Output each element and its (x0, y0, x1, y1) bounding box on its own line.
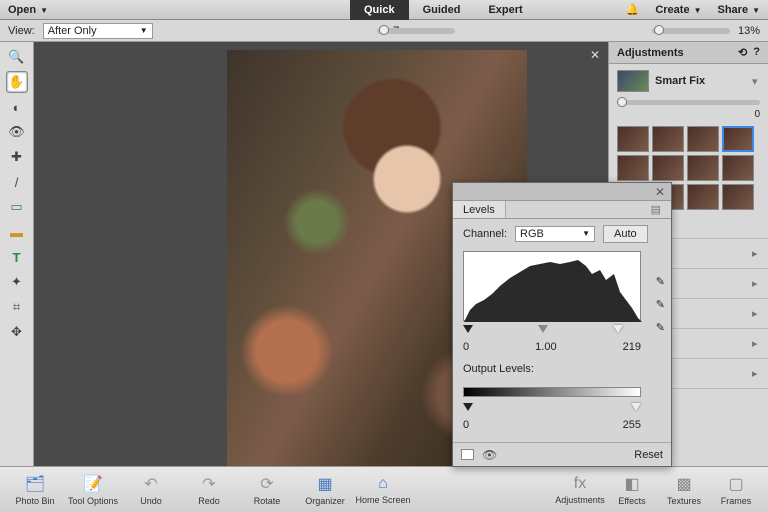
notification-icon[interactable]: 🔔 (626, 3, 640, 16)
preset-thumb[interactable] (617, 155, 649, 181)
undo-icon: ↶ (144, 474, 157, 494)
options-bar: View: After Only▼ Zoom: 13% (0, 20, 768, 42)
effects-tab[interactable]: ◧Effects (606, 470, 658, 510)
preview-toggle-icon[interactable]: 👁 (482, 448, 497, 462)
hand-tool[interactable]: ✋ (6, 71, 28, 93)
input-sliders[interactable] (463, 325, 641, 333)
collapse-icon[interactable]: ▾ (752, 75, 760, 88)
effects-icon: ◧ (624, 474, 639, 494)
heal-tool[interactable]: ✚ (6, 146, 28, 168)
close-icon[interactable]: ✕ (655, 185, 665, 199)
output-white-slider[interactable] (631, 403, 641, 411)
histogram (463, 251, 641, 321)
smartfix-thumb (617, 70, 649, 92)
sync-icon[interactable]: ⟲ (738, 46, 747, 59)
smartfix-slider[interactable] (617, 100, 760, 105)
tool-palette: 🔍 ✋ ◐ 👁 ✚ / ▭ ▬ T ✦ ⌗ ✥ (0, 42, 34, 466)
tool-options-icon: 📝 (83, 474, 103, 494)
share-menu[interactable]: Share▼ (718, 4, 761, 16)
output-sliders[interactable] (463, 403, 641, 411)
undo-button[interactable]: ↶Undo (122, 470, 180, 510)
clip-checkbox[interactable] (461, 449, 474, 460)
help-icon[interactable]: ? (753, 46, 760, 59)
frames-tab[interactable]: ▢Frames (710, 470, 762, 510)
view-select[interactable]: After Only▼ (43, 23, 153, 39)
mode-tabs: Quick Guided Expert (350, 0, 537, 20)
preset-thumb[interactable] (687, 126, 719, 152)
output-label: Output Levels: (463, 363, 661, 375)
levels-tab[interactable]: Levels (453, 201, 506, 218)
tab-guided[interactable]: Guided (409, 0, 475, 20)
channel-select[interactable]: RGB▼ (515, 226, 595, 242)
zoom-slider[interactable] (377, 28, 455, 34)
gray-eyedropper-icon[interactable]: ✎ (656, 298, 665, 311)
output-white[interactable]: 255 (623, 419, 641, 431)
photo-bin-icon: 🗂 (25, 474, 45, 494)
redo-icon: ↷ (202, 474, 215, 494)
crop-tool[interactable]: ⌗ (6, 296, 28, 318)
preset-thumb[interactable] (722, 155, 754, 181)
zoom-slider-track[interactable] (652, 28, 730, 34)
input-white[interactable]: 219 (623, 341, 641, 353)
move-tool[interactable]: ✥ (6, 321, 28, 343)
whitening-tool[interactable]: ▬ (6, 221, 28, 243)
preset-thumb[interactable] (722, 184, 754, 210)
smartfix-label: Smart Fix (655, 75, 746, 87)
create-menu[interactable]: Create▼ (655, 4, 701, 16)
preset-thumb[interactable] (617, 126, 649, 152)
tool-options-button[interactable]: 📝Tool Options (64, 470, 122, 510)
textures-icon: ▩ (676, 474, 691, 494)
textures-tab[interactable]: ▩Textures (658, 470, 710, 510)
preset-thumb[interactable] (687, 184, 719, 210)
adjust-tab[interactable]: fxAdjustments (554, 470, 606, 510)
input-black[interactable]: 0 (463, 341, 469, 353)
zoom-tool[interactable]: 🔍 (6, 46, 28, 68)
rotate-icon: ⟳ (260, 474, 273, 494)
output-black-slider[interactable] (463, 403, 473, 411)
preset-thumb[interactable] (652, 155, 684, 181)
home-button[interactable]: ⌂Home Screen (354, 470, 412, 510)
tab-quick[interactable]: Quick (350, 0, 409, 20)
reset-button[interactable]: Reset (634, 449, 663, 461)
quick-select-tool[interactable]: ◐ (6, 96, 28, 118)
channel-label: Channel: (463, 228, 507, 240)
home-icon: ⌂ (378, 475, 388, 493)
organizer-button[interactable]: ▦Organizer (296, 470, 354, 510)
type-tool[interactable]: T (6, 246, 28, 268)
rotate-button[interactable]: ⟳Rotate (238, 470, 296, 510)
auto-button[interactable]: Auto (603, 225, 648, 243)
open-menu[interactable]: Open▼ (8, 4, 48, 16)
zoom-value: 13% (738, 25, 760, 37)
photo-bin-button[interactable]: 🗂Photo Bin (6, 470, 64, 510)
organizer-icon: ▦ (317, 474, 332, 494)
preset-thumb[interactable] (652, 126, 684, 152)
preset-thumb[interactable] (687, 155, 719, 181)
frames-icon: ▢ (728, 474, 743, 494)
brush-tool[interactable]: / (6, 171, 28, 193)
white-eyedropper-icon[interactable]: ✎ (656, 321, 665, 334)
panel-menu-icon[interactable]: ▤ (641, 201, 671, 218)
dialog-titlebar[interactable]: ✕ (453, 183, 671, 201)
spot-tool[interactable]: ✦ (6, 271, 28, 293)
output-black[interactable]: 0 (463, 419, 469, 431)
black-eyedropper-icon[interactable]: ✎ (656, 275, 665, 288)
black-point-slider[interactable] (463, 325, 473, 333)
view-label: View: (8, 25, 35, 37)
white-point-slider[interactable] (613, 325, 623, 333)
smartfix-value: 0 (617, 109, 760, 120)
output-gradient[interactable] (463, 387, 641, 397)
menu-bar: Open▼ Quick Guided Expert 🔔 Create▼ Shar… (0, 0, 768, 20)
redeye-tool[interactable]: ▭ (6, 196, 28, 218)
status-bar: 🗂Photo Bin 📝Tool Options ↶Undo ↷Redo ⟳Ro… (0, 466, 768, 512)
input-gamma[interactable]: 1.00 (535, 341, 556, 353)
levels-dialog[interactable]: ✕ Levels ▤ Channel: RGB▼ Auto ✎ ✎ ✎ 0 1.… (452, 182, 672, 467)
redo-button[interactable]: ↷Redo (180, 470, 238, 510)
gamma-slider[interactable] (538, 325, 548, 333)
panel-header: Adjustments ⟲? (609, 42, 768, 64)
close-document-icon[interactable]: ✕ (590, 48, 600, 62)
fx-icon: fx (574, 475, 586, 493)
eye-tool[interactable]: 👁 (6, 121, 28, 143)
tab-expert[interactable]: Expert (474, 0, 536, 20)
preset-thumb[interactable] (722, 126, 754, 152)
